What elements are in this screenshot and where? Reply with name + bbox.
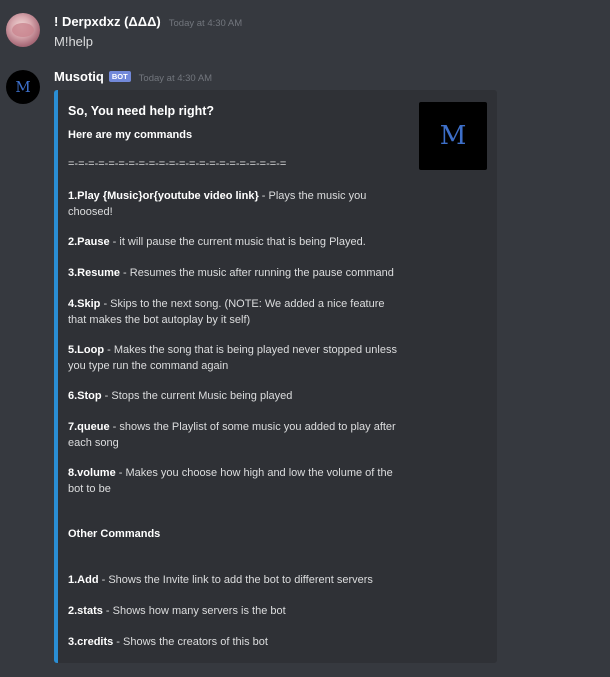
message-header: Musotiq BOT Today at 4:30 AM: [54, 69, 212, 84]
command-item: 1.Play {Music}or{youtube video link} - P…: [68, 188, 403, 220]
command-name: 8.volume: [68, 467, 116, 479]
other-commands-title: Other Commands: [68, 528, 161, 540]
command-desc: - Shows how many servers is the bot: [102, 605, 286, 617]
command-name: 3.credits: [68, 636, 114, 648]
command-item: 4.Skip - Skips to the next song. (NOTE: …: [68, 296, 403, 328]
command-name: 2.stats: [68, 605, 103, 617]
bot-avatar-letter: M: [15, 78, 31, 96]
command-name: 1.Add: [68, 574, 99, 586]
username[interactable]: ! Derpxdxz (ΔΔΔ): [54, 14, 161, 29]
command-item: 8.volume - Makes you choose how high and…: [68, 465, 403, 497]
user-avatar[interactable]: [6, 13, 40, 47]
command-item: 5.Loop - Makes the song that is being pl…: [68, 342, 403, 374]
command-name: 5.Loop: [68, 344, 105, 356]
bot-badge: BOT: [108, 71, 131, 82]
bot-username[interactable]: Musotiq: [54, 69, 104, 84]
command-desc: - Skips to the next song. (NOTE: We adde…: [100, 298, 385, 310]
command-name: 6.Stop: [68, 390, 102, 402]
embed-subtitle: Here are my commands: [68, 129, 193, 141]
command-item: 3.credits - Shows the creators of this b…: [68, 634, 403, 650]
command-item: 6.Stop - Stops the current Music being p…: [68, 388, 403, 404]
command-desc: - Shows the Invite link to add the bot t…: [98, 574, 373, 586]
command-desc-cont: each song: [68, 437, 119, 449]
message-header: ! Derpxdxz (ΔΔΔ) Today at 4:30 AM: [54, 14, 242, 29]
command-desc: - Makes you choose how high and low the …: [115, 467, 393, 479]
command-item: 2.Pause - it will pause the current musi…: [68, 234, 403, 250]
command-name: 3.Resume: [68, 267, 120, 279]
command-desc-cont: you type run the command again: [68, 360, 229, 372]
thumbnail-letter: M: [439, 121, 467, 151]
command-desc-cont: choosed!: [68, 206, 113, 218]
command-desc: - it will pause the current music that i…: [109, 236, 366, 248]
command-desc: - Plays the music you: [258, 190, 367, 202]
command-item: 7.queue - shows the Playlist of some mus…: [68, 419, 403, 451]
embed-title: So, You need help right?: [68, 104, 215, 118]
command-desc: - Makes the song that is being played ne…: [104, 344, 397, 356]
command-item: 3.Resume - Resumes the music after runni…: [68, 265, 403, 281]
command-name: 7.queue: [68, 421, 110, 433]
timestamp: Today at 4:30 AM: [138, 73, 213, 84]
help-embed: M So, You need help right? Here are my c…: [54, 90, 497, 663]
command-desc: - Shows the creators of this bot: [113, 636, 268, 648]
command-desc: - shows the Playlist of some music you a…: [109, 421, 396, 433]
command-item: 1.Add - Shows the Invite link to add the…: [68, 572, 403, 588]
command-name: 2.Pause: [68, 236, 110, 248]
command-desc-cont: bot to be: [68, 483, 111, 495]
command-desc-cont: that makes the bot autoplay by it self): [68, 314, 251, 326]
timestamp: Today at 4:30 AM: [168, 18, 243, 29]
command-desc: - Stops the current Music being played: [101, 390, 293, 402]
command-name: 4.Skip: [68, 298, 101, 310]
embed-thumbnail[interactable]: M: [419, 102, 487, 170]
command-desc: - Resumes the music after running the pa…: [119, 267, 394, 279]
embed-separator: =-=-=-=-=-=-=-=-=-=-=-=-=-=-=-=-=-=-=-=-…: [68, 158, 287, 170]
bot-avatar[interactable]: M: [6, 70, 40, 104]
command-name: 1.Play {Music}or{youtube video link}: [68, 190, 259, 202]
command-item: 2.stats - Shows how many servers is the …: [68, 603, 403, 619]
message-content: M!help: [54, 34, 94, 49]
